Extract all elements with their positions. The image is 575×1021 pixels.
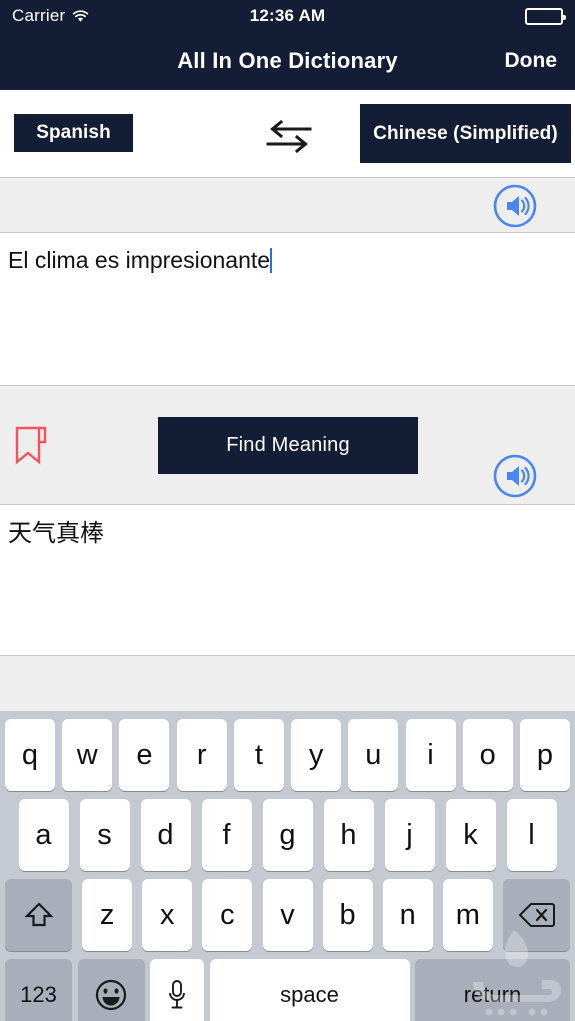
bottom-spacer-band — [0, 655, 575, 711]
speaker-icon-target[interactable] — [492, 453, 538, 499]
target-language-button[interactable]: Chinese (Simplified) — [360, 104, 571, 163]
key-b[interactable]: b — [322, 879, 373, 951]
key-g[interactable]: g — [262, 799, 313, 871]
status-bar: Carrier 12:36 AM — [0, 0, 575, 32]
key-s[interactable]: s — [79, 799, 130, 871]
source-language-button[interactable]: Spanish — [14, 114, 133, 152]
key-v[interactable]: v — [262, 879, 313, 951]
app-root: Carrier 12:36 AM All In One Dictionary D… — [0, 0, 575, 1021]
keyboard-row-4: 123 space return — [0, 959, 575, 1021]
key-x[interactable]: x — [142, 879, 193, 951]
key-f[interactable]: f — [201, 799, 252, 871]
on-screen-keyboard: q w e r t y u i o p a s d f g h j k l z … — [0, 711, 575, 1021]
key-m[interactable]: m — [442, 879, 493, 951]
key-i[interactable]: i — [405, 719, 456, 791]
key-y[interactable]: y — [291, 719, 342, 791]
key-d[interactable]: d — [140, 799, 191, 871]
text-caret — [270, 248, 273, 273]
keyboard-row-2: a s d f g h j k l — [0, 799, 575, 871]
key-q[interactable]: q — [5, 719, 55, 791]
page-title: All In One Dictionary — [177, 48, 398, 73]
key-a[interactable]: a — [18, 799, 69, 871]
key-z[interactable]: z — [82, 879, 133, 951]
key-c[interactable]: c — [202, 879, 253, 951]
navigation-bar: All In One Dictionary Done — [0, 32, 575, 90]
key-j[interactable]: j — [384, 799, 435, 871]
key-r[interactable]: r — [176, 719, 227, 791]
backspace-delete-icon[interactable] — [503, 879, 570, 951]
keyboard-row-3: z x c v b n m — [0, 879, 575, 951]
key-l[interactable]: l — [506, 799, 557, 871]
translation-text: 天气真棒 — [8, 520, 104, 547]
swap-arrows-icon[interactable] — [264, 116, 314, 156]
status-bar-right — [525, 7, 566, 25]
key-o[interactable]: o — [462, 719, 513, 791]
source-text-input[interactable]: El clima es impresionante — [0, 233, 575, 385]
microphone-icon[interactable] — [150, 959, 204, 1021]
clock-label: 12:36 AM — [249, 6, 326, 25]
key-w[interactable]: w — [62, 719, 113, 791]
key-k[interactable]: k — [445, 799, 496, 871]
key-u[interactable]: u — [348, 719, 399, 791]
key-n[interactable]: n — [382, 879, 433, 951]
source-text-value: El clima es impresionante — [8, 247, 271, 273]
key-p[interactable]: p — [519, 719, 570, 791]
smiley-emoji-icon[interactable] — [77, 959, 145, 1021]
speaker-icon-source[interactable] — [492, 183, 538, 229]
key-t[interactable]: t — [233, 719, 284, 791]
keyboard-row-1: q w e r t y u i o p — [0, 719, 575, 791]
key-e[interactable]: e — [119, 719, 170, 791]
shift-up-arrow-icon[interactable] — [5, 879, 72, 951]
input-toolbar — [0, 177, 575, 233]
bookmark-icon[interactable] — [13, 424, 51, 470]
find-meaning-button[interactable]: Find Meaning — [158, 417, 418, 474]
key-h[interactable]: h — [323, 799, 374, 871]
translation-output: 天气真棒 — [0, 506, 575, 655]
space-key[interactable]: space — [209, 959, 410, 1021]
numbers-key[interactable]: 123 — [5, 959, 72, 1021]
return-key[interactable]: return — [415, 959, 570, 1021]
battery-icon — [525, 7, 566, 25]
done-button[interactable]: Done — [505, 32, 558, 90]
